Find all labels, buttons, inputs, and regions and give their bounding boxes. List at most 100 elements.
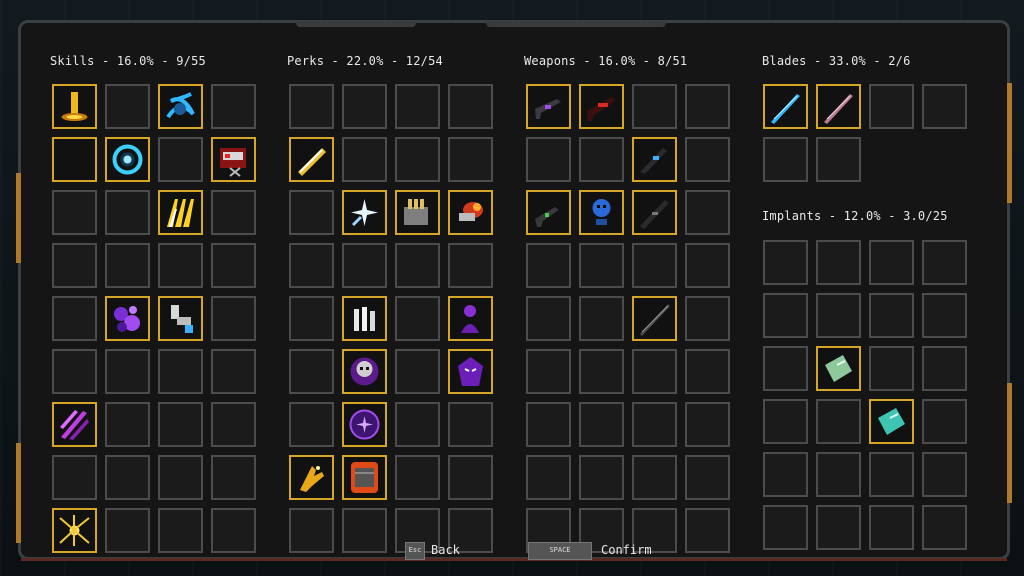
skill-slot-empty[interactable] — [211, 296, 256, 341]
perk-slot-empty[interactable] — [289, 296, 334, 341]
weapon-slot-empty[interactable] — [579, 296, 624, 341]
weapon-slot-empty[interactable] — [632, 84, 677, 129]
blade-slot-empty[interactable] — [922, 84, 967, 129]
perk-slot-empty[interactable] — [395, 402, 440, 447]
skill-slot-empty[interactable] — [52, 349, 97, 394]
weapon-slot-owned[interactable] — [526, 190, 571, 235]
perk-slot-empty[interactable] — [395, 84, 440, 129]
weapon-slot-empty[interactable] — [685, 349, 730, 394]
skill-slot-empty[interactable] — [105, 243, 150, 288]
skill-slot-empty[interactable] — [105, 508, 150, 553]
implant-slot-owned[interactable] — [869, 399, 914, 444]
weapon-slot-empty[interactable] — [685, 243, 730, 288]
implant-slot-empty[interactable] — [869, 240, 914, 285]
skill-slot-owned[interactable] — [158, 84, 203, 129]
space-key[interactable]: SPACE — [528, 542, 592, 560]
perk-slot-empty[interactable] — [289, 349, 334, 394]
skill-slot-owned[interactable] — [52, 84, 97, 129]
implant-slot-empty[interactable] — [922, 346, 967, 391]
perk-slot-owned[interactable] — [448, 296, 493, 341]
skill-slot-empty[interactable] — [158, 455, 203, 500]
skill-slot-empty[interactable] — [52, 190, 97, 235]
implant-slot-empty[interactable] — [763, 346, 808, 391]
weapon-slot-empty[interactable] — [579, 455, 624, 500]
perk-slot-empty[interactable] — [395, 243, 440, 288]
skill-slot-empty[interactable] — [211, 349, 256, 394]
implant-slot-empty[interactable] — [763, 505, 808, 550]
perk-slot-owned[interactable] — [342, 349, 387, 394]
skill-slot-owned[interactable] — [52, 402, 97, 447]
implant-slot-empty[interactable] — [816, 505, 861, 550]
perk-slot-empty[interactable] — [448, 455, 493, 500]
skill-slot-owned[interactable] — [105, 296, 150, 341]
weapon-slot-empty[interactable] — [685, 296, 730, 341]
blade-slot-empty[interactable] — [763, 137, 808, 182]
weapon-slot-empty[interactable] — [526, 137, 571, 182]
weapon-slot-empty[interactable] — [579, 349, 624, 394]
skill-slot-empty[interactable] — [211, 455, 256, 500]
implant-slot-empty[interactable] — [922, 293, 967, 338]
implant-slot-empty[interactable] — [869, 346, 914, 391]
weapon-slot-owned[interactable] — [632, 190, 677, 235]
implant-slot-empty[interactable] — [869, 505, 914, 550]
skill-slot-owned[interactable] — [158, 296, 203, 341]
weapon-slot-owned[interactable] — [579, 84, 624, 129]
perk-slot-empty[interactable] — [289, 508, 334, 553]
skill-slot-empty[interactable] — [158, 243, 203, 288]
skill-slot-empty[interactable] — [105, 402, 150, 447]
perk-slot-empty[interactable] — [342, 508, 387, 553]
perk-slot-empty[interactable] — [448, 137, 493, 182]
perk-slot-empty[interactable] — [342, 137, 387, 182]
skill-slot-owned[interactable] — [52, 137, 97, 182]
skill-slot-empty[interactable] — [158, 402, 203, 447]
perk-slot-empty[interactable] — [342, 84, 387, 129]
implant-slot-empty[interactable] — [763, 293, 808, 338]
weapon-slot-empty[interactable] — [685, 455, 730, 500]
perk-slot-owned[interactable] — [342, 296, 387, 341]
weapon-slot-empty[interactable] — [685, 84, 730, 129]
skill-slot-owned[interactable] — [158, 190, 203, 235]
back-button[interactable]: Back — [431, 543, 460, 557]
weapon-slot-empty[interactable] — [632, 349, 677, 394]
skill-slot-empty[interactable] — [105, 455, 150, 500]
implant-slot-empty[interactable] — [816, 399, 861, 444]
perk-slot-empty[interactable] — [448, 243, 493, 288]
perk-slot-owned[interactable] — [289, 137, 334, 182]
skill-slot-empty[interactable] — [52, 455, 97, 500]
confirm-button[interactable]: Confirm — [601, 543, 652, 557]
perk-slot-owned[interactable] — [342, 402, 387, 447]
implant-slot-empty[interactable] — [816, 240, 861, 285]
perk-slot-owned[interactable] — [448, 190, 493, 235]
implant-slot-empty[interactable] — [922, 505, 967, 550]
weapon-slot-empty[interactable] — [526, 455, 571, 500]
weapon-slot-empty[interactable] — [579, 243, 624, 288]
esc-key[interactable]: Esc — [405, 542, 425, 560]
blade-slot-empty[interactable] — [816, 137, 861, 182]
perk-slot-empty[interactable] — [289, 190, 334, 235]
perk-slot-owned[interactable] — [289, 455, 334, 500]
weapon-slot-owned[interactable] — [526, 84, 571, 129]
skill-slot-owned[interactable] — [52, 508, 97, 553]
weapon-slot-empty[interactable] — [632, 402, 677, 447]
skill-slot-empty[interactable] — [52, 296, 97, 341]
skill-slot-empty[interactable] — [211, 508, 256, 553]
skill-slot-empty[interactable] — [211, 190, 256, 235]
perk-slot-empty[interactable] — [289, 84, 334, 129]
implant-slot-empty[interactable] — [763, 399, 808, 444]
weapon-slot-empty[interactable] — [685, 137, 730, 182]
blade-slot-empty[interactable] — [869, 84, 914, 129]
skill-slot-empty[interactable] — [158, 137, 203, 182]
weapon-slot-empty[interactable] — [579, 137, 624, 182]
skill-slot-empty[interactable] — [158, 508, 203, 553]
blade-slot-owned[interactable] — [816, 84, 861, 129]
skill-slot-empty[interactable] — [105, 349, 150, 394]
weapon-slot-empty[interactable] — [632, 455, 677, 500]
weapon-slot-empty[interactable] — [685, 402, 730, 447]
weapon-slot-empty[interactable] — [579, 402, 624, 447]
weapon-slot-owned[interactable] — [632, 296, 677, 341]
skill-slot-empty[interactable] — [211, 243, 256, 288]
implant-slot-empty[interactable] — [763, 240, 808, 285]
weapon-slot-owned[interactable] — [579, 190, 624, 235]
perk-slot-owned[interactable] — [342, 190, 387, 235]
perk-slot-owned[interactable] — [342, 455, 387, 500]
